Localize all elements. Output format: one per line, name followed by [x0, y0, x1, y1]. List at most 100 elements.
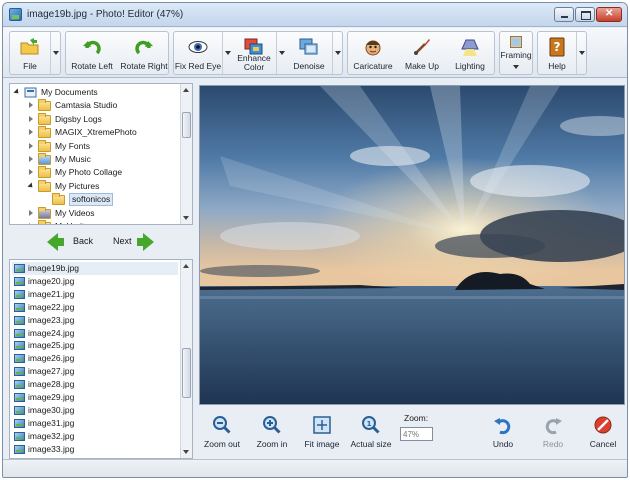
file-name: image33.jpg [28, 443, 75, 454]
collapsed-arrow-icon[interactable] [28, 156, 34, 162]
enhance-color-button[interactable]: Enhance Color [232, 32, 276, 74]
file-list-item[interactable]: image31.jpg [12, 417, 178, 430]
zoom-in-label: Zoom in [256, 439, 288, 449]
tree-item-label: My Documents [41, 87, 98, 97]
file-list-item[interactable]: image29.jpg [12, 391, 178, 404]
help-dropdown-arrow[interactable] [576, 32, 586, 74]
file-name: image25.jpg [28, 340, 75, 351]
tree-item[interactable]: My Photo Collage [10, 166, 180, 179]
file-list-item[interactable]: image33.jpg [12, 443, 178, 456]
actual-size-button[interactable]: 1 Actual size [347, 411, 395, 453]
file-list-item[interactable]: image21.jpg [12, 288, 178, 301]
file-list-item[interactable]: image26.jpg [12, 352, 178, 365]
enhance-dropdown-arrow[interactable] [276, 32, 286, 74]
tree-item[interactable]: My Videos [10, 206, 180, 220]
rotate-group: Rotate Left Rotate Right [65, 31, 169, 75]
denoise-dropdown-arrow[interactable] [332, 32, 342, 74]
file-name: image31.jpg [28, 417, 75, 428]
file-list-item[interactable]: image20.jpg [12, 275, 178, 288]
undo-button[interactable]: Undo [483, 411, 523, 453]
tree-item[interactable]: MyHeritage [10, 220, 180, 224]
maximize-button[interactable] [575, 7, 595, 22]
tree-item[interactable]: My Fonts [10, 139, 180, 153]
file-button[interactable]: File [10, 32, 50, 74]
caricature-button[interactable]: Caricature [348, 32, 398, 74]
file-name: image28.jpg [28, 379, 75, 390]
image-viewer[interactable] [199, 85, 625, 405]
rotate-left-button[interactable]: Rotate Left [66, 32, 118, 74]
file-scroll-thumb[interactable] [182, 348, 191, 398]
scroll-up-arrow[interactable] [183, 88, 189, 92]
file-list-item[interactable]: image19b.jpg [12, 262, 178, 275]
zoom-out-button[interactable]: Zoom out [199, 411, 245, 453]
status-bar [3, 459, 627, 477]
file-scroll-up-arrow[interactable] [183, 264, 189, 268]
collapsed-arrow-icon[interactable] [28, 102, 34, 109]
red-eye-dropdown-arrow[interactable] [222, 32, 232, 74]
main-toolbar: File Rotate Left Rotate Right Fix Red Ey… [3, 28, 627, 78]
folder-tree[interactable]: MyHeritage My Videossoftonicos My Pictures… [9, 83, 193, 225]
collapsed-arrow-icon[interactable] [28, 129, 34, 136]
redo-button[interactable]: Redo [533, 411, 573, 453]
tree-item-label: softonicos [69, 193, 114, 207]
file-list-scrollbar[interactable] [180, 260, 192, 458]
tree-item[interactable]: My Documents [10, 86, 180, 99]
file-list-item[interactable]: image25.jpg [12, 339, 178, 352]
tree-item[interactable]: My Music [10, 153, 180, 166]
tree-item[interactable]: Camtasia Studio [10, 99, 180, 112]
cancel-button[interactable]: Cancel [583, 411, 623, 453]
framing-dropdown-arrow[interactable] [513, 65, 519, 69]
frame-icon [510, 36, 522, 48]
rotate-left-icon [83, 40, 101, 55]
minimize-button[interactable] [554, 7, 574, 22]
tree-item-label: MAGIX_XtremePhoto [55, 127, 137, 138]
tree-scrollbar[interactable] [180, 84, 192, 224]
file-scroll-down-arrow[interactable] [183, 450, 189, 454]
tree-item[interactable]: MAGIX_XtremePhoto [10, 126, 180, 139]
window-title: image19b.jpg - Photo! Editor (47%) [27, 9, 184, 20]
file-list-item[interactable]: image28.jpg [12, 378, 178, 391]
tree-scroll-thumb[interactable] [182, 112, 191, 138]
file-list-item[interactable]: image32.jpg [12, 430, 178, 443]
file-list-item[interactable]: image24.jpg [12, 327, 178, 340]
tree-item[interactable]: Digsby Logs [10, 112, 180, 126]
fix-red-eye-label: Fix Red Eye [174, 61, 222, 71]
collapsed-arrow-icon[interactable] [28, 142, 34, 149]
image-file-icon [14, 393, 25, 402]
documents-icon [24, 87, 37, 98]
fix-red-eye-button[interactable]: Fix Red Eye [174, 32, 222, 74]
image-file-icon [14, 276, 25, 286]
image-file-icon [14, 431, 25, 441]
rotate-right-button[interactable]: Rotate Right [118, 32, 170, 74]
image-file-icon [14, 264, 25, 273]
collapsed-arrow-icon[interactable] [28, 115, 34, 122]
fit-image-button[interactable]: Fit image [299, 411, 345, 453]
help-button[interactable]: ? Help [538, 32, 576, 74]
next-button[interactable]: Next [113, 231, 163, 253]
collapsed-arrow-icon[interactable] [28, 209, 34, 216]
file-list[interactable]: image34.jpgimage33.jpgimage32.jpgimage31… [9, 259, 193, 459]
folder-icon [38, 112, 51, 125]
framing-button[interactable]: Framing [500, 32, 532, 62]
scroll-down-arrow[interactable] [183, 216, 189, 220]
svg-text:1: 1 [367, 420, 372, 428]
collapsed-arrow-icon[interactable] [28, 223, 34, 224]
back-button[interactable]: Back [47, 231, 99, 253]
zoom-in-button[interactable]: Zoom in [249, 411, 295, 453]
tree-item[interactable]: softonicos [10, 193, 180, 207]
file-list-item[interactable]: image27.jpg [12, 365, 178, 378]
make-up-button[interactable]: Make Up [398, 32, 446, 74]
file-list-item[interactable]: image22.jpg [12, 301, 178, 314]
tree-item[interactable]: My Pictures [10, 179, 180, 193]
expanded-arrow-icon[interactable] [14, 89, 20, 95]
file-list-item[interactable]: image30.jpg [12, 404, 178, 417]
zoom-input[interactable] [400, 427, 433, 441]
file-list-item[interactable]: image23.jpg [12, 314, 178, 327]
folder-icon [38, 126, 51, 139]
file-dropdown-arrow[interactable] [50, 32, 60, 74]
collapsed-arrow-icon[interactable] [28, 169, 34, 176]
denoise-button[interactable]: Denoise [286, 32, 332, 74]
expanded-arrow-icon[interactable] [28, 183, 34, 189]
lighting-button[interactable]: Lighting [446, 32, 494, 74]
close-button[interactable] [596, 7, 622, 22]
